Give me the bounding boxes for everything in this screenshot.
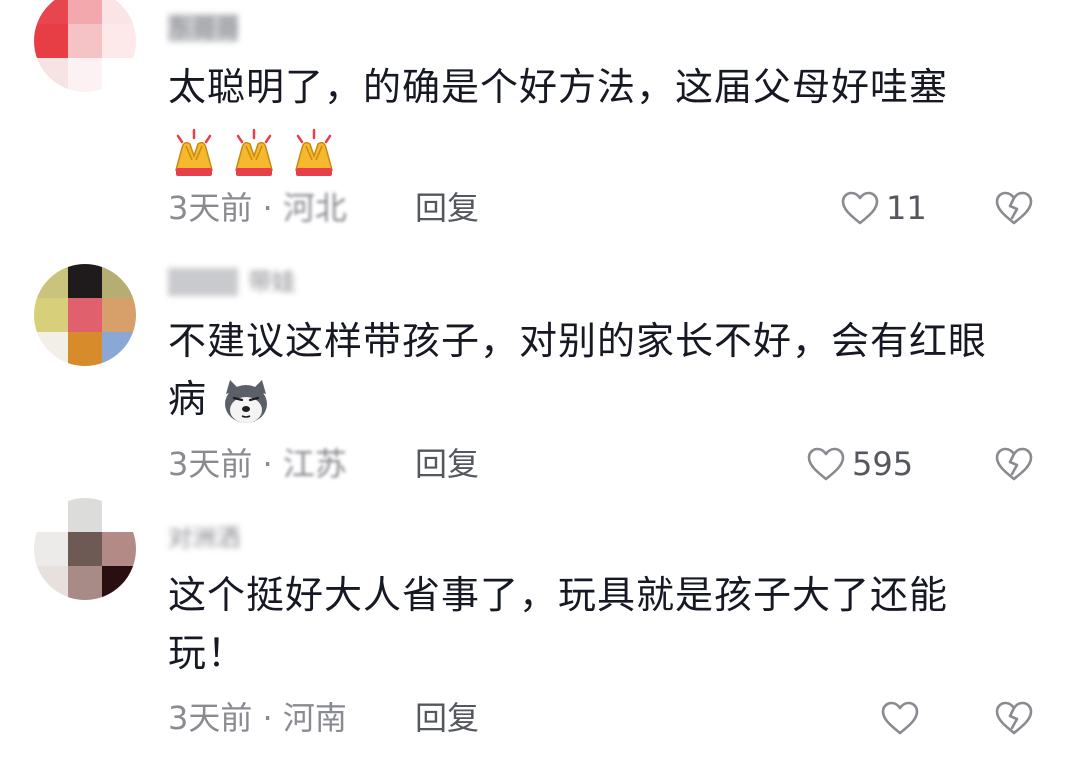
avatar-pixel bbox=[68, 332, 102, 366]
meta-separator: · bbox=[252, 699, 283, 737]
heart-outline-icon bbox=[841, 191, 879, 225]
broken-heart-icon bbox=[995, 701, 1033, 735]
comment-text: 不建议这样带孩子，对别的家长不好，会有红眼病 bbox=[168, 312, 1018, 428]
avatar-pixel bbox=[102, 0, 136, 24]
avatar[interactable] bbox=[34, 0, 136, 92]
avatar[interactable] bbox=[34, 498, 136, 600]
husky-face-icon bbox=[225, 379, 268, 423]
comment-text-content: 这个挺好大人省事了，玩具就是孩子大了还能玩！ bbox=[168, 573, 949, 675]
reply-button[interactable]: 回复 bbox=[415, 442, 479, 486]
broken-heart-icon bbox=[995, 447, 1033, 481]
avatar-pixel bbox=[34, 264, 68, 298]
avatar-pixel bbox=[68, 298, 102, 332]
clapping-hands-icon bbox=[235, 128, 273, 176]
clapping-hands-icon bbox=[175, 128, 213, 176]
avatar-pixel bbox=[68, 58, 102, 92]
reply-button[interactable]: 回复 bbox=[415, 696, 479, 740]
comment-time: 3天前 bbox=[168, 699, 253, 737]
dislike-button[interactable] bbox=[993, 442, 1035, 486]
avatar-pixel bbox=[34, 498, 68, 532]
avatar-pixel bbox=[102, 298, 136, 332]
avatar-pixel bbox=[34, 0, 68, 24]
comment-location: 河北 bbox=[282, 189, 347, 227]
comment-text: 太聪明了，的确是个好方法，这届父母好哇塞 bbox=[168, 58, 1018, 178]
comment-text-content: 不建议这样带孩子，对别的家长不好，会有红眼病 bbox=[168, 319, 988, 421]
username[interactable]: 东哥哥 bbox=[168, 14, 278, 42]
comment-time: 3天前 bbox=[168, 189, 253, 227]
like-count: 595 bbox=[852, 445, 914, 483]
username[interactable]: 带娃 bbox=[168, 268, 318, 296]
avatar-pixel bbox=[102, 264, 136, 298]
clapping-hands-icon bbox=[295, 128, 333, 176]
avatar-pixel bbox=[34, 532, 68, 566]
comment-location: 河南 bbox=[282, 699, 347, 737]
avatar-pixel bbox=[68, 0, 102, 24]
dislike-button[interactable] bbox=[993, 186, 1035, 230]
avatar[interactable] bbox=[34, 264, 136, 366]
meta-separator: · bbox=[252, 445, 283, 483]
avatar-pixel bbox=[34, 332, 68, 366]
avatar-pixel bbox=[68, 264, 102, 298]
avatar-pixel bbox=[68, 24, 102, 58]
avatar-pixel bbox=[102, 532, 136, 566]
like-button[interactable] bbox=[880, 696, 926, 740]
avatar-pixel bbox=[34, 566, 68, 600]
like-button[interactable]: 11 bbox=[840, 186, 927, 230]
avatar-pixel bbox=[34, 298, 68, 332]
comment-time: 3天前 bbox=[168, 445, 253, 483]
comment-meta: 3天前 · 河南 bbox=[168, 696, 347, 740]
like-button[interactable]: 595 bbox=[806, 442, 913, 486]
comment-text: 这个挺好大人省事了，玩具就是孩子大了还能玩！ bbox=[168, 566, 1018, 682]
avatar-pixel bbox=[102, 498, 136, 532]
emoji-row bbox=[168, 116, 340, 178]
avatar-pixel bbox=[102, 332, 136, 366]
comment-meta: 3天前 · 河北 bbox=[168, 186, 347, 230]
comment-text-content: 太聪明了，的确是个好方法，这届父母好哇塞 bbox=[168, 65, 949, 109]
avatar-pixel bbox=[102, 58, 136, 92]
avatar-pixel bbox=[68, 566, 102, 600]
comment-meta: 3天前 · 江苏 bbox=[168, 442, 347, 486]
avatar-pixel bbox=[102, 566, 136, 600]
reply-button[interactable]: 回复 bbox=[415, 186, 479, 230]
username[interactable]: 对洲洒 bbox=[168, 524, 278, 552]
heart-outline-icon bbox=[807, 447, 845, 481]
heart-outline-icon bbox=[881, 701, 919, 735]
broken-heart-icon bbox=[995, 191, 1033, 225]
avatar-pixel bbox=[34, 58, 68, 92]
meta-separator: · bbox=[252, 189, 283, 227]
like-count: 11 bbox=[886, 189, 927, 227]
avatar-pixel bbox=[34, 24, 68, 58]
comment-location: 江苏 bbox=[282, 445, 347, 483]
dislike-button[interactable] bbox=[993, 696, 1035, 740]
avatar-pixel bbox=[68, 532, 102, 566]
avatar-pixel bbox=[102, 24, 136, 58]
avatar-pixel bbox=[68, 498, 102, 532]
